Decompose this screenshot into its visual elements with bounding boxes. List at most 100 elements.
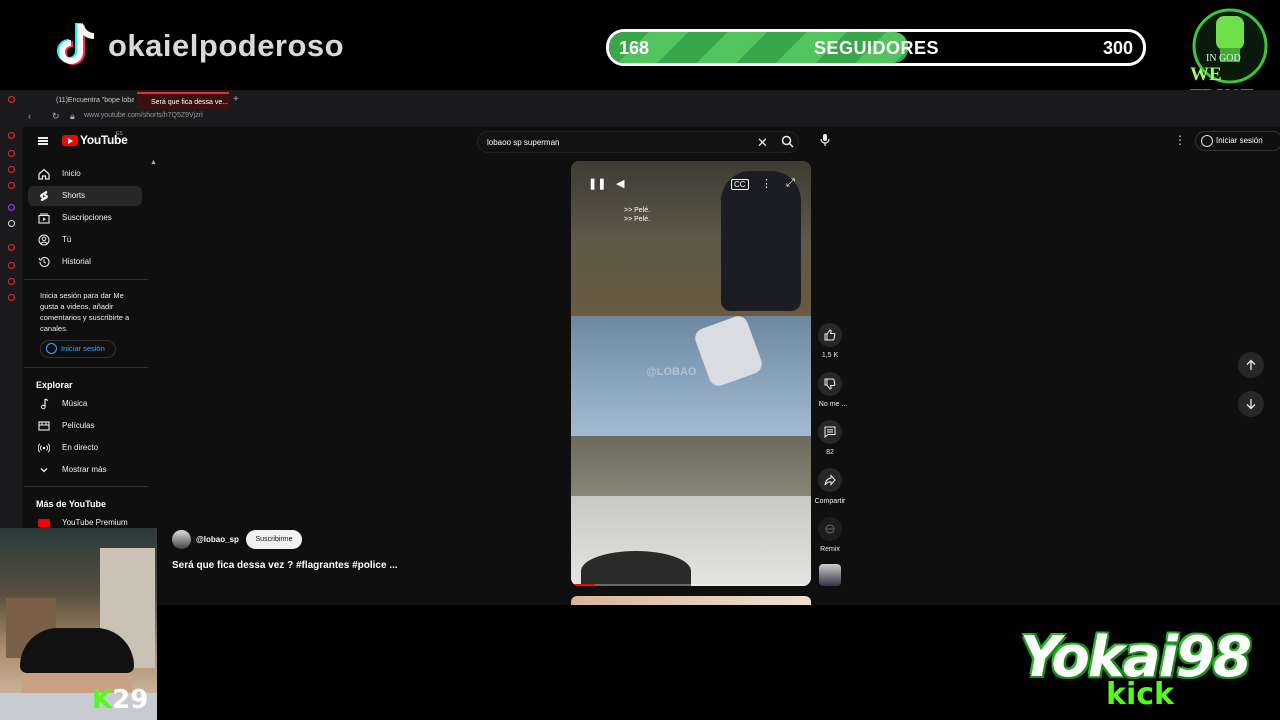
tab-tiktok[interactable]: (11)Encuentra "bope lobao... bbox=[42, 92, 134, 109]
youtube-logo-icon[interactable] bbox=[62, 135, 78, 146]
sidebar-item-label: Tú bbox=[62, 235, 72, 244]
channel-name[interactable]: @lobao_sp bbox=[196, 535, 239, 544]
previous-short-button[interactable] bbox=[1238, 352, 1264, 378]
video-officer-figure bbox=[721, 171, 801, 311]
next-short-button[interactable] bbox=[1238, 391, 1264, 417]
kick-badge-k: K bbox=[92, 685, 113, 715]
dislike-button[interactable] bbox=[818, 372, 842, 396]
history-icon bbox=[38, 256, 50, 268]
explore-heading: Explorar bbox=[36, 380, 73, 390]
short-video-player[interactable]: ❚❚ ◀︎ CC ⋮ ⤢ >> Pelé. >> Pelé. @LOBAO bbox=[571, 161, 811, 586]
video-scene-water bbox=[571, 316, 811, 441]
tab-youtube-active[interactable]: Será que fica dessa ve... bbox=[137, 92, 229, 109]
sidebar-signin-label: Iniciar sesión bbox=[61, 344, 105, 353]
sidebar-item-label: Mostrar más bbox=[62, 465, 107, 474]
sidebar-item-shorts[interactable]: Shorts bbox=[28, 186, 142, 206]
sidebar-item-label: En directo bbox=[62, 443, 99, 452]
sidebar-item-peliculas[interactable]: Películas bbox=[28, 416, 142, 436]
menu-icon[interactable] bbox=[38, 137, 48, 145]
video-glove-figure bbox=[581, 551, 691, 586]
sidebar-app-icon[interactable] bbox=[8, 150, 15, 157]
remix-label: Remix bbox=[820, 546, 840, 553]
sidebar-signin-button[interactable]: Iniciar sesión bbox=[40, 340, 116, 358]
sidebar-app-icon[interactable] bbox=[8, 132, 15, 139]
arrow-down-icon bbox=[1246, 399, 1256, 410]
settings-kebab-icon[interactable]: ⋮ bbox=[1174, 133, 1186, 147]
you-icon bbox=[38, 234, 50, 246]
opera-icon[interactable] bbox=[8, 96, 15, 103]
subscriptions-icon bbox=[38, 213, 50, 224]
sidebar-item-musica[interactable]: Música bbox=[28, 394, 142, 414]
share-button[interactable] bbox=[818, 468, 842, 492]
video-scene-wall bbox=[571, 436, 811, 501]
new-tab-icon[interactable]: + bbox=[233, 94, 239, 105]
comment-count: 82 bbox=[826, 449, 834, 456]
search-icon[interactable] bbox=[781, 135, 794, 148]
like-button[interactable] bbox=[818, 323, 842, 347]
channel-avatar[interactable] bbox=[172, 530, 191, 549]
streamer-name: okaielpoderoso bbox=[108, 28, 345, 63]
sidebar-item-inicio[interactable]: Inicio bbox=[28, 164, 142, 184]
goal-label: SEGUIDORES bbox=[814, 38, 940, 58]
twitch-icon[interactable] bbox=[8, 204, 15, 211]
account-icon bbox=[46, 343, 57, 354]
fullscreen-icon[interactable]: ⤢ bbox=[786, 177, 795, 190]
video-progress-bar[interactable] bbox=[571, 584, 811, 586]
clear-search-icon[interactable]: ✕ bbox=[757, 135, 768, 151]
sidebar-app-icon[interactable] bbox=[8, 244, 15, 251]
channel-thumbnail[interactable] bbox=[819, 564, 841, 586]
sidebar-app-icon[interactable] bbox=[8, 182, 15, 189]
lock-icon: 🔒︎ bbox=[70, 111, 75, 121]
captions-icon[interactable]: CC bbox=[731, 179, 749, 190]
sidebar-item-label: Suscripciones bbox=[62, 213, 112, 222]
short-title[interactable]: Será que fica dessa vez ? #flagrantes #p… bbox=[172, 560, 398, 571]
remix-button[interactable] bbox=[818, 517, 842, 541]
sidebar-divider bbox=[24, 486, 148, 487]
search-box[interactable]: lobaoo sp superman ✕ bbox=[477, 131, 799, 153]
follower-goal-bar: 168 SEGUIDORES 300 bbox=[606, 29, 1146, 66]
sidebar-item-label: YouTube Premium bbox=[62, 518, 128, 527]
subscribe-button[interactable]: Suscribirme bbox=[246, 530, 302, 549]
thumbs-up-icon bbox=[824, 329, 836, 341]
search-input[interactable]: lobaoo sp superman bbox=[487, 138, 560, 147]
back-icon[interactable]: ‹ bbox=[28, 111, 31, 121]
thumbs-down-icon bbox=[824, 378, 836, 390]
signin-button[interactable]: Iniciar sesión bbox=[1195, 131, 1280, 151]
sidebar-item-tu[interactable]: Tú bbox=[28, 230, 142, 250]
live-icon bbox=[38, 443, 50, 453]
x-icon[interactable] bbox=[8, 220, 15, 227]
signin-button-label: Iniciar sesión bbox=[1216, 136, 1263, 145]
stream-overlay-top: okaielpoderoso 168 SEGUIDORES 300 IN GOD… bbox=[0, 0, 1280, 107]
signin-prompt: Inicia sesión para dar Me gusta a videos… bbox=[40, 291, 130, 333]
badge-line1: IN GOD bbox=[1206, 53, 1241, 64]
kick-badge-number: 29 bbox=[112, 685, 149, 715]
sidebar-item-mostrar-mas[interactable]: Mostrar más bbox=[28, 460, 142, 480]
scroll-up-icon[interactable]: ▲ bbox=[150, 159, 157, 166]
sidebar-item-historial[interactable]: Historial bbox=[28, 252, 142, 272]
reload-icon[interactable]: ↻ bbox=[52, 111, 60, 122]
sidebar-item-suscripciones[interactable]: Suscripciones bbox=[28, 208, 142, 228]
sidebar-item-label: Historial bbox=[62, 257, 91, 266]
sidebar-app-icon[interactable] bbox=[8, 294, 15, 301]
volume-icon[interactable]: ◀︎ bbox=[616, 177, 624, 190]
like-count: 1,5 K bbox=[821, 352, 839, 359]
pause-icon[interactable]: ❚❚ bbox=[588, 177, 606, 190]
tab-bar: (11)Encuentra "bope lobao... Será que fi… bbox=[0, 90, 1280, 109]
subtitle-line: >> Pelé. bbox=[624, 207, 651, 214]
sidebar-divider bbox=[24, 367, 148, 368]
dislike-label: No me ... bbox=[818, 401, 848, 408]
comments-button[interactable] bbox=[818, 420, 842, 444]
url-field[interactable]: www.youtube.com/shorts/h7Q5Z9Vjzrl bbox=[84, 112, 203, 119]
sidebar-app-icon[interactable] bbox=[8, 166, 15, 173]
sidebar-app-icon[interactable] bbox=[8, 262, 15, 269]
tiktok-logo-icon bbox=[57, 23, 95, 65]
more-options-icon[interactable]: ⋮ bbox=[761, 177, 772, 190]
sidebar-item-en-directo[interactable]: En directo bbox=[28, 438, 142, 458]
next-short-preview[interactable] bbox=[571, 596, 811, 605]
sidebar-app-icon[interactable] bbox=[8, 278, 15, 285]
address-bar: ‹ ↻ 🔒︎ www.youtube.com/shorts/h7Q5Z9Vjzr… bbox=[0, 109, 1280, 127]
shorts-icon bbox=[40, 191, 48, 201]
microphone-icon[interactable] bbox=[818, 133, 832, 147]
brand-platform: kick bbox=[1106, 677, 1174, 712]
remix-icon bbox=[825, 524, 835, 534]
